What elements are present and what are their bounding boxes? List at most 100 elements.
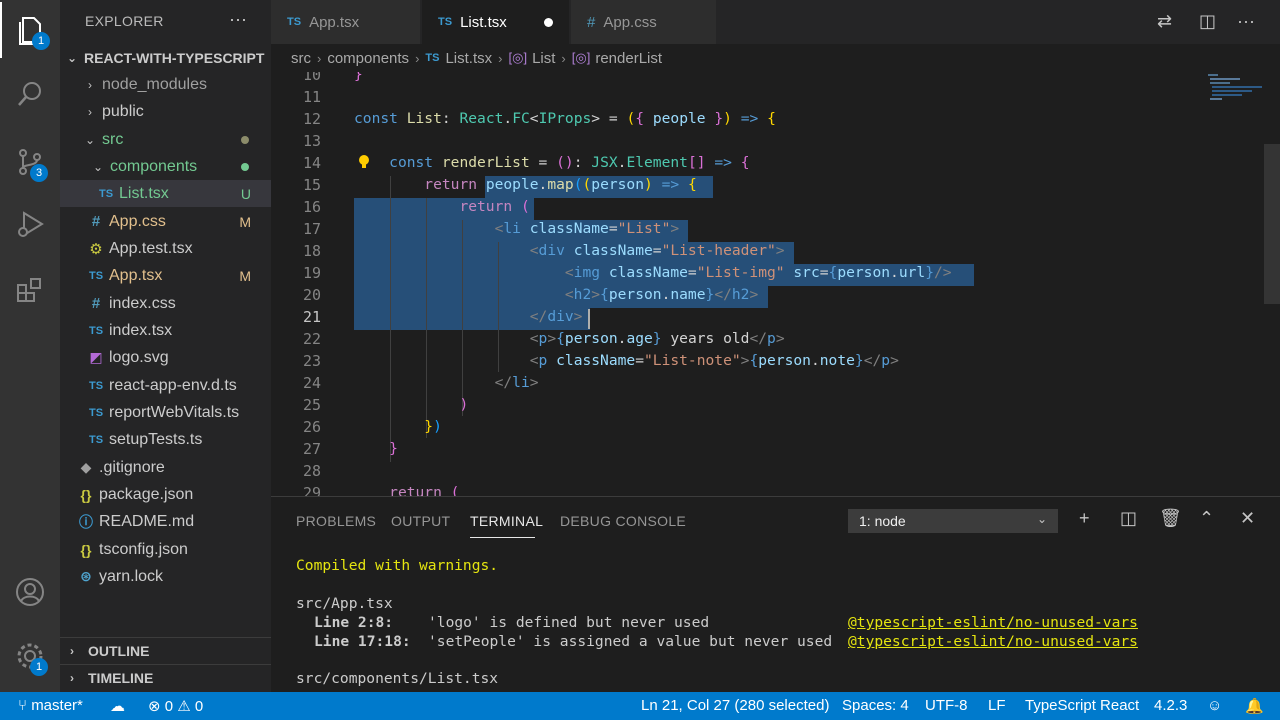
- tree-item-src[interactable]: ⌄ src: [60, 126, 271, 153]
- manage-activity[interactable]: 1: [0, 628, 60, 684]
- chevron-down-icon: ⌄: [1036, 512, 1047, 526]
- tab-app-tsx[interactable]: TS App.tsx: [271, 0, 421, 44]
- tree-item-label: reportWebVitals.ts: [109, 403, 240, 421]
- explorer-activity[interactable]: 1: [0, 2, 60, 58]
- tree-item-public[interactable]: › public: [60, 98, 271, 125]
- accounts-activity[interactable]: [0, 564, 60, 620]
- tree-item-app-test[interactable]: ⚙ App.test.tsx: [60, 235, 271, 262]
- css-file-icon: #: [91, 213, 101, 230]
- tree-item-tsconfig[interactable]: {} tsconfig.json: [60, 536, 271, 563]
- warning-icon: ⚠: [177, 698, 191, 715]
- timeline-section[interactable]: › TIMELINE: [60, 664, 271, 691]
- tree-item-label: List.tsx: [119, 184, 169, 202]
- code-line: ): [459, 396, 469, 413]
- code-line: const renderList = (): JSX.Element[] => …: [389, 154, 750, 171]
- run-debug-activity[interactable]: [0, 196, 60, 252]
- modified-dot-icon: [241, 135, 249, 144]
- tree-item-logo-svg[interactable]: ◩ logo.svg: [60, 344, 271, 371]
- typescript-file-icon: TS: [88, 379, 104, 392]
- trash-icon[interactable]: 🗑: [1159, 508, 1182, 529]
- tree-item-react-app-env[interactable]: TS react-app-env.d.ts: [60, 372, 271, 399]
- terminal-warning-rule[interactable]: @typescript-eslint/no-unused-vars: [848, 614, 1138, 631]
- line-number: 11: [302, 88, 321, 106]
- language-mode[interactable]: TypeScript React: [1025, 697, 1139, 714]
- terminal-warning-rule[interactable]: @typescript-eslint/no-unused-vars: [848, 633, 1138, 650]
- tab-list-tsx[interactable]: TS List.tsx: [422, 0, 570, 44]
- encoding[interactable]: UTF-8: [925, 697, 968, 714]
- typescript-file-icon: TS: [438, 16, 453, 28]
- breadcrumb-item[interactable]: components: [327, 50, 409, 67]
- tree-item-yarn-lock[interactable]: ⊛ yarn.lock: [60, 563, 271, 590]
- account-icon: [16, 578, 44, 606]
- code-line: <div className="List-header">: [529, 242, 785, 259]
- line-number: 18: [302, 242, 321, 260]
- tree-item-node-modules[interactable]: › node_modules: [60, 71, 271, 98]
- close-panel-icon[interactable]: ✕: [1240, 508, 1255, 529]
- extensions-activity[interactable]: [0, 262, 60, 318]
- end-of-line[interactable]: LF: [988, 697, 1006, 714]
- new-terminal-icon[interactable]: +: [1079, 508, 1090, 529]
- source-control-activity[interactable]: 3: [0, 134, 60, 190]
- breadcrumb-item[interactable]: renderList: [595, 50, 662, 67]
- tree-item-label: App.tsx: [109, 266, 163, 284]
- tree-item-list-tsx[interactable]: TS List.tsx U: [60, 180, 271, 207]
- tree-item-label: index.tsx: [109, 321, 173, 339]
- chevron-down-icon: ⌄: [66, 50, 78, 65]
- sync-icon[interactable]: ☁: [110, 697, 125, 715]
- tab-app-css[interactable]: # App.css: [571, 0, 717, 44]
- branch-item[interactable]: ⑂ master*: [18, 697, 83, 714]
- tree-item-readme[interactable]: ⓘ README.md: [60, 508, 271, 535]
- tab-terminal[interactable]: TERMINAL: [470, 513, 543, 529]
- tree-item-label: App.css: [109, 212, 166, 230]
- tab-output[interactable]: OUTPUT: [391, 513, 450, 529]
- maximize-panel-icon[interactable]: ⌃: [1199, 508, 1214, 529]
- tree-item-report-web-vitals[interactable]: TS reportWebVitals.ts: [60, 399, 271, 426]
- terminal-select[interactable]: 1: node ⌄: [848, 509, 1058, 533]
- ts-version[interactable]: 4.2.3: [1154, 697, 1187, 714]
- tree-item-app-tsx[interactable]: TS App.tsx M: [60, 262, 271, 289]
- css-file-icon: #: [587, 13, 596, 31]
- lightbulb-icon[interactable]: [357, 154, 371, 170]
- typescript-file-icon: TS: [287, 16, 302, 28]
- vertical-scrollbar[interactable]: [1264, 144, 1280, 304]
- extensions-icon: [17, 278, 41, 302]
- breadcrumb-item[interactable]: src: [291, 50, 311, 67]
- problems-item[interactable]: ⊗ 0 ⚠ 0: [148, 697, 203, 715]
- workspace-root[interactable]: ⌄ REACT-WITH-TYPESCRIPT: [60, 44, 271, 71]
- tab-problems[interactable]: PROBLEMS: [296, 513, 376, 529]
- unsaved-dot-icon[interactable]: [544, 17, 553, 27]
- code-line: <img className="List-img" src={person.ur…: [564, 264, 952, 281]
- tree-item-package-json[interactable]: {} package.json: [60, 481, 271, 508]
- tree-item-index-css[interactable]: # index.css: [60, 290, 271, 317]
- breadcrumb-item[interactable]: List: [532, 50, 555, 67]
- tree-item-components[interactable]: ⌄ components: [60, 153, 271, 180]
- feedback-icon[interactable]: ☺: [1207, 697, 1222, 714]
- tree-item-label: node_modules: [102, 75, 207, 93]
- split-terminal-icon[interactable]: ◫: [1120, 508, 1137, 529]
- untracked-dot-icon: [241, 162, 249, 171]
- more-actions-icon[interactable]: ···: [229, 9, 247, 30]
- tree-item-label: yarn.lock: [99, 567, 164, 585]
- tree-item-gitignore[interactable]: ◆ .gitignore: [60, 454, 271, 481]
- code-editor[interactable]: 10 11 12 13 14 15 16 17 18 19 20 21 22 2…: [271, 72, 1280, 496]
- minimap[interactable]: [1206, 72, 1266, 112]
- tree-item-label: logo.svg: [109, 348, 169, 366]
- outline-label: OUTLINE: [88, 643, 150, 659]
- tab-debug-console[interactable]: DEBUG CONSOLE: [560, 513, 686, 529]
- cursor-position[interactable]: Ln 21, Col 27 (280 selected): [641, 697, 829, 714]
- bell-icon[interactable]: 🔔: [1245, 697, 1264, 715]
- workspace-root-label: REACT-WITH-TYPESCRIPT: [84, 49, 265, 66]
- more-actions-icon[interactable]: ···: [1237, 11, 1255, 32]
- outline-section[interactable]: › OUTLINE: [60, 637, 271, 664]
- tree-item-setup-tests[interactable]: TS setupTests.ts: [60, 426, 271, 453]
- tree-item-index-tsx[interactable]: TS index.tsx: [60, 317, 271, 344]
- typescript-file-icon: TS: [425, 52, 440, 64]
- split-editor-icon[interactable]: ◫: [1199, 11, 1216, 32]
- compare-changes-icon[interactable]: ⇄: [1157, 11, 1172, 32]
- tree-item-app-css[interactable]: # App.css M: [60, 208, 271, 235]
- chevron-right-icon: ›: [88, 104, 92, 119]
- search-activity[interactable]: [0, 66, 60, 122]
- breadcrumb: src › components › TS List.tsx › [◎] Lis…: [271, 44, 1280, 72]
- breadcrumb-item[interactable]: List.tsx: [445, 50, 492, 67]
- indentation[interactable]: Spaces: 4: [842, 697, 909, 714]
